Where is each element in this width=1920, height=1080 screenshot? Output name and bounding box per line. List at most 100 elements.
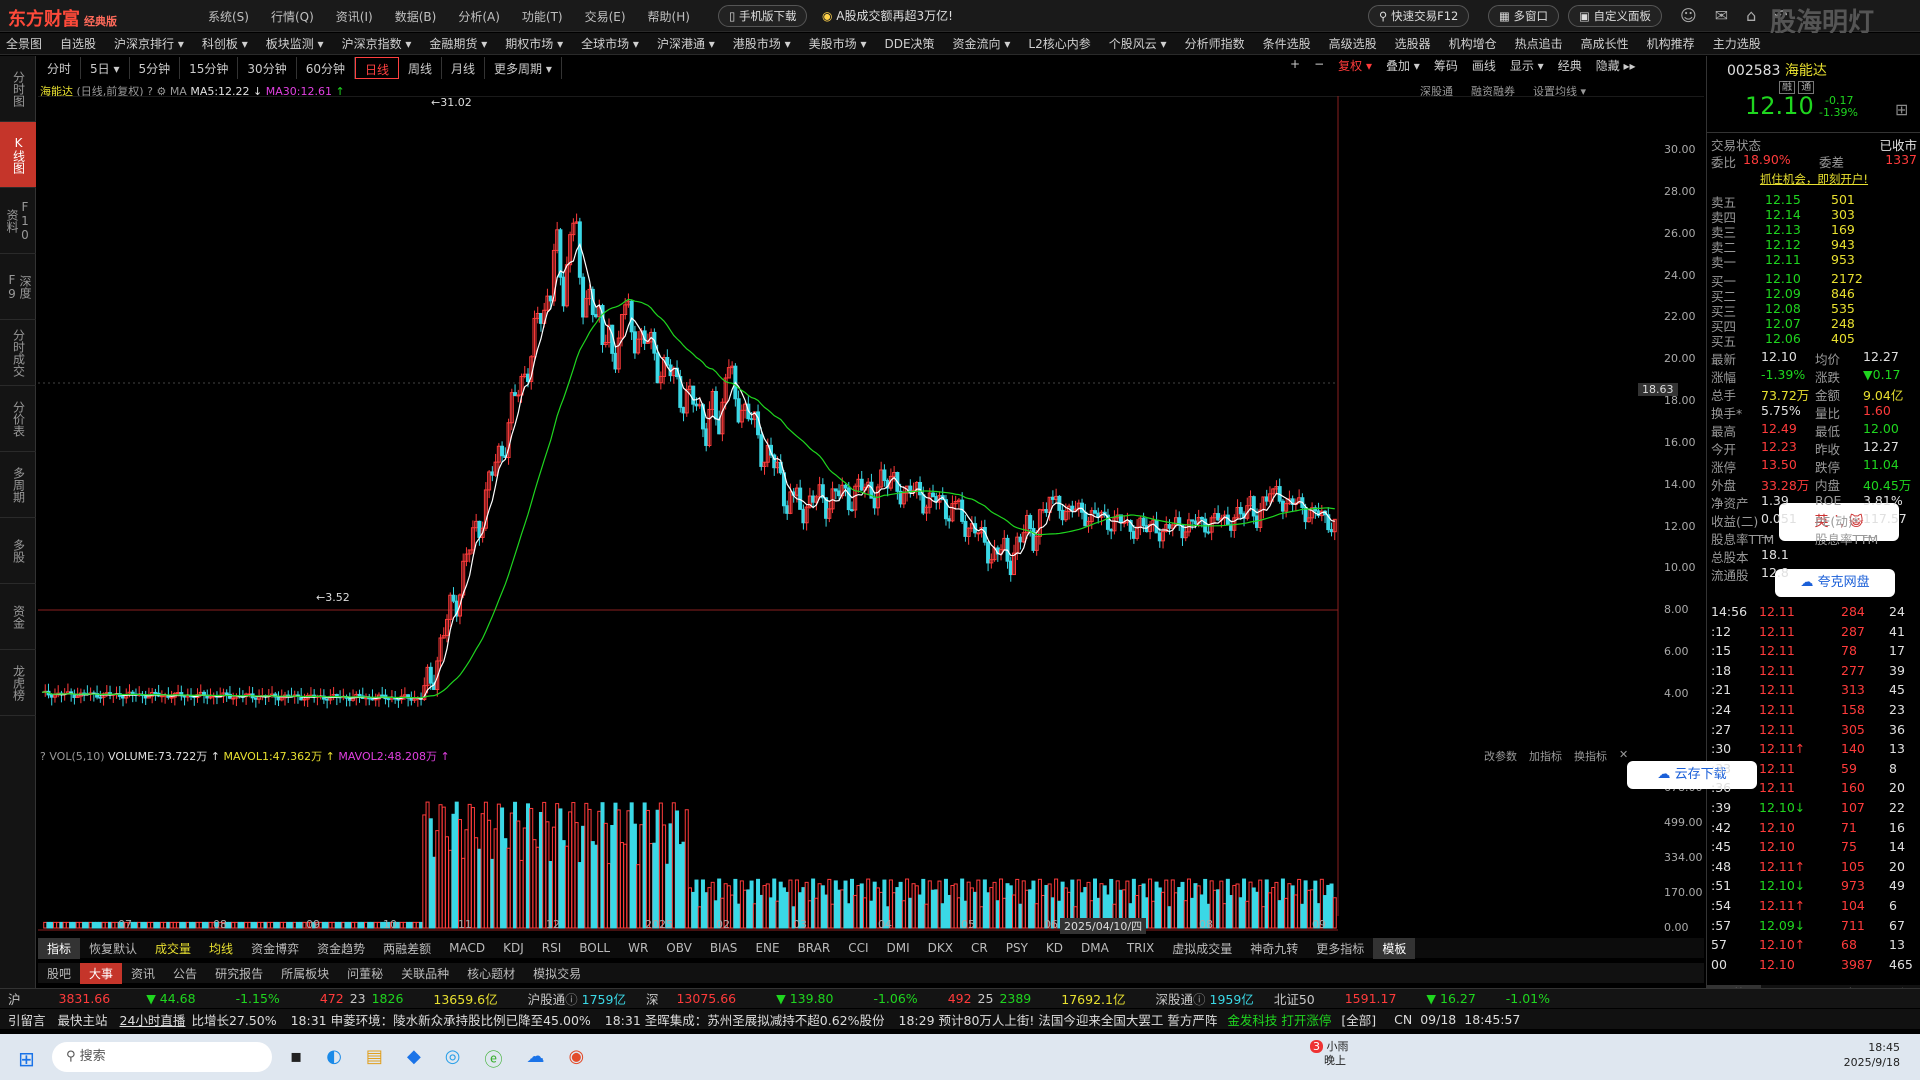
period-60min[interactable]: 60分钟 [297,57,355,79]
nav-item[interactable]: DDE决策 [884,35,934,52]
browser-icon[interactable]: ◎ [445,1046,461,1072]
sidebar-item-multi-period[interactable]: 多周期 [0,452,36,518]
period-5day[interactable]: 5日 ▾ [81,57,130,79]
taskbar-search[interactable]: ⚲ 搜索 [52,1042,272,1072]
cloud-icon[interactable]: ☁ [527,1046,545,1072]
indicator-tab[interactable]: PSY [997,939,1037,957]
indicator-tab[interactable]: 均线 [200,938,242,959]
sidebar-item-f10[interactable]: F10资料 [0,188,36,254]
zoom-in-button[interactable]: + [1290,57,1300,79]
promo-link[interactable]: 抓住机会，即刻开户! [1707,171,1920,188]
display-button[interactable]: 显示 ▾ [1510,57,1544,79]
ie-icon[interactable]: ⓔ [485,1046,503,1072]
indicator-tab[interactable]: KDJ [494,939,533,957]
windows-start-icon[interactable]: ⊞ [18,1047,35,1071]
nav-item[interactable]: L2核心内参 [1028,35,1090,52]
nav-item[interactable]: 机构增仓 [1449,35,1497,52]
period-15min[interactable]: 15分钟 [180,57,239,79]
nav-item[interactable]: 自选股 [60,35,96,52]
multi-window-button[interactable]: ▦ 多窗口 [1488,5,1560,27]
overlay-button[interactable]: 叠加 ▾ [1386,57,1420,79]
edge-icon[interactable]: ◐ [326,1046,342,1072]
explorer-icon[interactable]: ▤ [366,1046,383,1072]
indicator-tab[interactable]: RSI [533,939,571,957]
close-icon[interactable]: ✕ [1619,748,1628,764]
indicator-tab[interactable]: 资金博弈 [242,938,308,959]
task-view-icon[interactable]: ▪ [290,1046,302,1072]
tab-announce[interactable]: 公告 [164,963,206,984]
indicator-tab[interactable]: 资金趋势 [308,938,374,959]
nav-item[interactable]: 热点追击 [1515,35,1563,52]
menu-data[interactable]: 数据(B) [395,8,437,25]
sidebar-item-timeshare[interactable]: 分时图 [0,56,36,122]
tab-sectors[interactable]: 所属板块 [272,963,338,984]
sidebar-item-price-table[interactable]: 分价表 [0,386,36,452]
zoom-out-button[interactable]: − [1314,57,1324,79]
period-daily[interactable]: 日线 [354,57,399,79]
menu-quotes[interactable]: 行情(Q) [271,8,314,25]
nav-item[interactable]: 全景图 [6,35,42,52]
indicator-tab[interactable]: WR [619,939,657,957]
nav-item[interactable]: 选股器 [1395,35,1431,52]
hide-button[interactable]: 隐藏 ▸▸ [1596,57,1636,79]
indicator-tab[interactable]: 虚拟成交量 [1163,938,1241,959]
adjust-button[interactable]: 复权 ▾ [1338,57,1372,79]
sidebar-item-depth[interactable]: 深度F9 [0,254,36,320]
sidebar-item-dragon-tiger[interactable]: 龙虎榜 [0,650,36,716]
fastest-server[interactable]: 最快主站 [58,1010,108,1029]
period-more[interactable]: 更多周期 ▾ [485,57,562,79]
period-30min[interactable]: 30分钟 [238,57,297,79]
custom-layout-button[interactable]: ▣ 自定义面板 [1568,5,1663,27]
tab-news[interactable]: 资讯 [122,963,164,984]
indicator-tab[interactable]: BIAS [701,939,747,957]
message-button[interactable]: 引留言 [8,1010,46,1029]
nav-item[interactable]: 全球市场 ▾ [581,35,639,52]
nav-item[interactable]: 条件选股 [1263,35,1311,52]
indicator-tab[interactable]: CCI [839,939,877,957]
sidebar-item-funds[interactable]: 资金 [0,584,36,650]
help-icon[interactable]: ? [40,750,46,763]
period-monthly[interactable]: 月线 [442,57,486,79]
sidebar-item-multi-stock[interactable]: 多股 [0,518,36,584]
tab-themes[interactable]: 核心题材 [458,963,524,984]
nav-item[interactable]: 港股市场 ▾ [733,35,791,52]
indicator-tab[interactable]: CR [962,939,997,957]
indicator-tab[interactable]: 模板 [1373,937,1416,959]
period-weekly[interactable]: 周线 [399,57,443,79]
draw-button[interactable]: 画线 [1472,57,1496,79]
mail-icon[interactable]: ✉ [1715,6,1728,25]
add-indicator-link[interactable]: 加指标 [1529,748,1562,764]
quick-trade-button[interactable]: ⚲ 快速交易F12 [1368,5,1470,27]
nav-item[interactable]: 主力选股 [1713,35,1761,52]
tab-related[interactable]: 关联品种 [392,963,458,984]
tab-ask[interactable]: 问董秘 [338,963,392,984]
menu-trade[interactable]: 交易(E) [585,8,626,25]
nav-item[interactable]: 机构推荐 [1647,35,1695,52]
live-link[interactable]: 24小时直播 [120,1010,186,1029]
home-icon[interactable]: ⌂ [1746,6,1756,25]
nav-item[interactable]: 科创板 ▾ [202,35,248,52]
classic-button[interactable]: 经典 [1558,57,1582,79]
indicator-tab[interactable]: 更多指标 [1307,938,1373,959]
menu-info[interactable]: 资讯(I) [336,8,373,25]
headline-link[interactable]: ◉ A股成交额再超3万亿! [822,7,953,24]
nav-item[interactable]: 个股风云 ▾ [1109,35,1167,52]
nav-item[interactable]: 沪深港通 ▾ [657,35,715,52]
indicator-tab[interactable]: TRIX [1118,939,1163,957]
indicator-tab[interactable]: ENE [746,939,788,957]
eastmoney-icon[interactable]: ◉ [569,1046,585,1072]
nav-item[interactable]: 高成长性 [1581,35,1629,52]
nav-item[interactable]: 沪深京排行 ▾ [114,35,184,52]
mobile-download-button[interactable]: ▯ 手机版下载 [718,5,808,27]
period-5min[interactable]: 5分钟 [130,57,181,79]
indicator-tab[interactable]: OBV [657,939,701,957]
nav-item[interactable]: 金融期货 ▾ [429,35,487,52]
tab-sim-trade[interactable]: 模拟交易 [524,963,590,984]
tab-guba[interactable]: 股吧 [38,963,80,984]
indicator-tab[interactable]: BOLL [570,939,619,957]
sidebar-item-trades[interactable]: 分时成交 [0,320,36,386]
nav-item[interactable]: 沪深京指数 ▾ [342,35,412,52]
indicator-tab[interactable]: 两融差额 [374,938,440,959]
menu-function[interactable]: 功能(T) [522,8,563,25]
indicator-tab[interactable]: MACD [440,939,494,957]
